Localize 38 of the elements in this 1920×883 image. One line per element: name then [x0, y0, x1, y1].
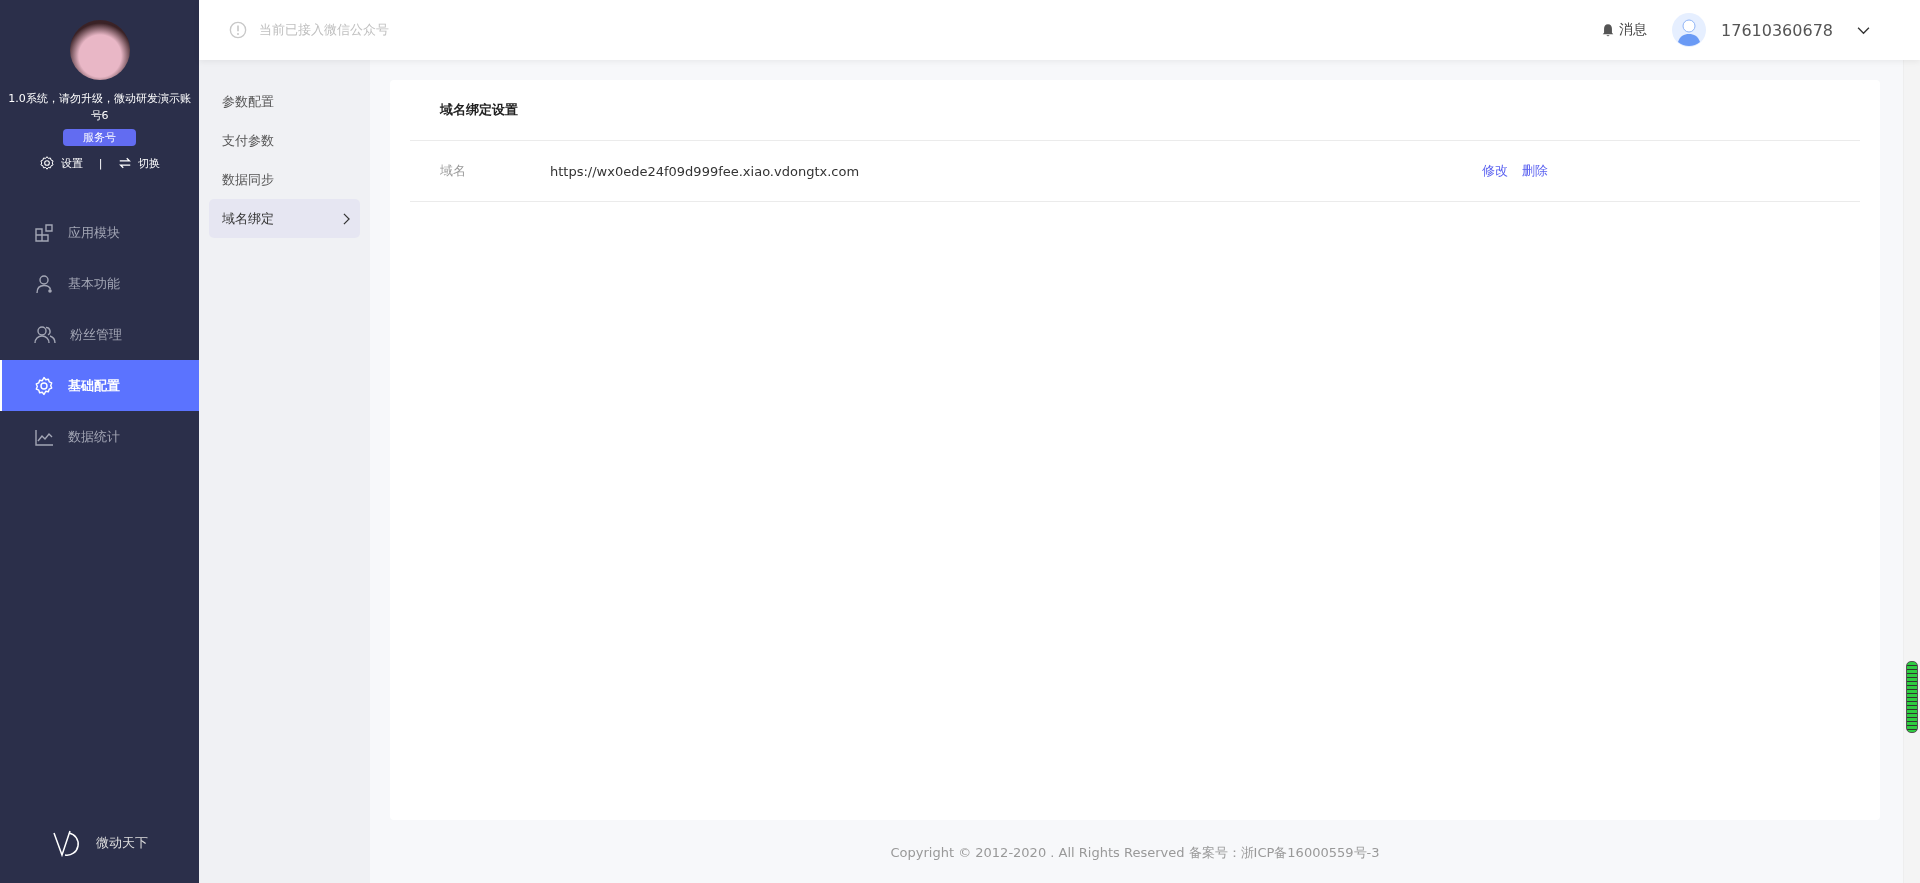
switch-link[interactable]: 切换 [138, 155, 161, 171]
swap-arrows-icon[interactable] [118, 156, 133, 170]
chevron-down-icon[interactable] [1857, 25, 1870, 35]
chevron-right-icon [343, 212, 350, 225]
card-title: 域名绑定设置 [410, 80, 1860, 141]
account-type-badge: 服务号 [63, 129, 136, 146]
settings-icon[interactable] [38, 155, 55, 171]
brand-name: 微动天下 [95, 834, 148, 852]
nav-item[interactable]: 基本功能 [0, 258, 199, 309]
notice-text: 当前已接入微信公众号 [259, 21, 389, 39]
nav-item[interactable]: 基础配置 [0, 360, 199, 411]
action-link[interactable]: 删除 [1522, 162, 1548, 180]
sub-nav-item[interactable]: 数据同步 [209, 160, 360, 199]
sub-nav-item[interactable]: 支付参数 [209, 121, 360, 160]
user-icon [34, 273, 54, 294]
grid-icon [34, 222, 54, 243]
bell-icon[interactable] [1601, 23, 1615, 37]
settings-link[interactable]: 设置 [60, 155, 83, 171]
nav-item[interactable]: 粉丝管理 [0, 309, 199, 360]
domain-value: https://wx0ede24f09d999fee.xiao.vdongtx.com [550, 163, 861, 179]
sub-nav-item[interactable]: 参数配置 [209, 82, 360, 121]
sub-nav-item[interactable]: 域名绑定 [209, 199, 360, 238]
user-avatar-icon[interactable] [1672, 13, 1706, 47]
nav-item[interactable]: 应用模块 [0, 207, 199, 258]
account-name: 1.0系统，请勿升级，微动研发演示账号6 [7, 91, 192, 124]
footer-copyright: Copyright © 2012-2020 . All Rights Reserved 备案号：浙ICP备16000559号-3 [889, 844, 1381, 862]
scrollbar[interactable] [1903, 60, 1920, 883]
gear-icon [34, 375, 54, 396]
logo-icon [51, 829, 82, 857]
separator: | [98, 156, 103, 170]
field-label: 域名 [440, 162, 467, 180]
action-link[interactable]: 修改 [1482, 162, 1508, 180]
nav-item[interactable]: 数据统计 [0, 411, 199, 462]
meter-widget-drawing [1906, 661, 1918, 733]
user-phone[interactable]: 17610360678 [1721, 20, 1833, 40]
info-icon [229, 21, 247, 39]
messages-link[interactable]: 消息 [1619, 21, 1647, 39]
users-icon [34, 324, 56, 345]
